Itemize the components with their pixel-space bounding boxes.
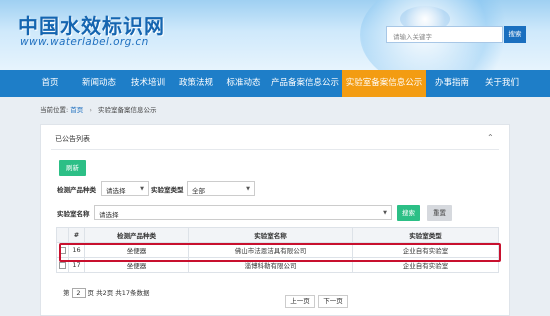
lab-type-label: 实验室类型 <box>151 186 184 194</box>
panel-title: 已公告列表 <box>55 135 90 143</box>
filter-reset-button[interactable]: 重置 <box>427 205 452 221</box>
main-nav: 首页 新闻动态 技术培训 政策法规 标准动态 产品备案信息公示 实验室备案信息公… <box>0 70 550 97</box>
row-highlight-box <box>59 243 501 262</box>
page-summary: 页 共2页 共17条数据 <box>87 289 150 297</box>
page-prefix: 第 <box>63 289 70 297</box>
announced-list-panel: 已公告列表 ⌃ 刷新 检测产品种类 请选择 ▼ 实验室类型 全部 ▼ 实验室名称… <box>40 124 510 316</box>
breadcrumb-current: 实验室备案信息公示 <box>98 106 157 114</box>
nav-item-standards[interactable]: 标准动态 <box>220 70 267 97</box>
lab-name-select[interactable]: 请选择 ▼ <box>94 205 392 220</box>
column-header: # <box>68 227 85 243</box>
nav-item-product-records[interactable]: 产品备案信息公示 <box>268 70 342 97</box>
lab-name-label: 实验室名称 <box>57 210 90 218</box>
search-input[interactable]: 请输入关键字 <box>386 26 503 43</box>
pager-info: 第2页 共2页 共17条数据 <box>63 287 150 298</box>
breadcrumb-prefix: 当前位置 <box>40 106 66 114</box>
nav-item-policy[interactable]: 政策法规 <box>172 70 220 97</box>
lab-name-value: 请选择 <box>99 211 119 219</box>
nav-item-about[interactable]: 关于我们 <box>478 70 526 97</box>
site-url: www.waterlabel.org.cn <box>20 36 149 48</box>
row-checkbox[interactable] <box>59 261 66 269</box>
site-header: 中国水效标识网 www.waterlabel.org.cn 请输入关键字 搜索 <box>0 0 550 70</box>
lab-type-select[interactable]: 全部 ▼ <box>187 181 255 196</box>
table-header-row: # 检测产品种类 实验室名称 实验室类型 <box>56 227 499 243</box>
chevron-down-icon: ▼ <box>140 186 144 192</box>
page-number-input[interactable]: 2 <box>71 288 86 298</box>
column-header[interactable]: 检测产品种类 <box>84 227 189 243</box>
nav-item-guide[interactable]: 办事指南 <box>428 70 476 97</box>
column-header[interactable]: 实验室类型 <box>352 227 499 243</box>
breadcrumb-home[interactable]: 首页 <box>70 106 83 114</box>
prev-page-button[interactable]: 上一页 <box>285 295 315 308</box>
breadcrumb: 当前位置: 首页 › 实验室备案信息公示 <box>40 106 157 114</box>
nav-item-lab-records[interactable]: 实验室备案信息公示 <box>342 70 426 97</box>
panel-divider <box>51 149 499 150</box>
refresh-button[interactable]: 刷新 <box>59 160 86 176</box>
chevron-down-icon: ▼ <box>246 186 250 192</box>
filter-search-button[interactable]: 搜索 <box>397 205 420 221</box>
column-header[interactable]: 实验室名称 <box>188 227 353 243</box>
search-button[interactable]: 搜索 <box>504 26 526 43</box>
select-all-header <box>56 227 69 243</box>
nav-item-home[interactable]: 首页 <box>30 70 70 97</box>
nav-item-training[interactable]: 技术培训 <box>124 70 172 97</box>
site-logo[interactable]: 中国水效标识网 <box>18 10 165 39</box>
product-type-select[interactable]: 请选择 ▼ <box>101 181 149 196</box>
nav-item-news[interactable]: 新闻动态 <box>75 70 123 97</box>
product-type-label: 检测产品种类 <box>57 186 96 194</box>
next-page-button[interactable]: 下一页 <box>318 295 348 308</box>
product-type-value: 请选择 <box>106 187 126 195</box>
collapse-icon[interactable]: ⌃ <box>487 133 494 142</box>
lab-type-value: 全部 <box>192 187 205 195</box>
chevron-down-icon: ▼ <box>383 210 387 216</box>
chevron-right-icon: › <box>89 106 92 114</box>
